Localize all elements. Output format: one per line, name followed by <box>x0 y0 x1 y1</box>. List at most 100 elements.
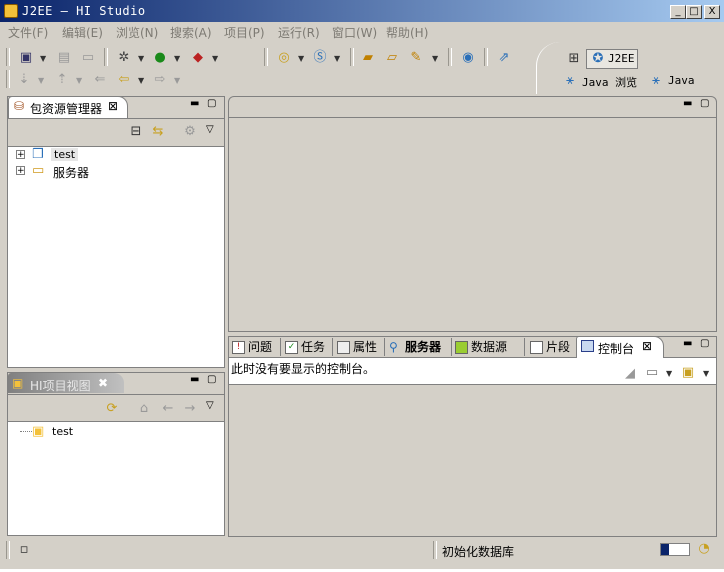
deploy-icon[interactable]: ⇗ <box>496 50 512 66</box>
chevron-down-icon[interactable]: ▼ <box>76 76 82 85</box>
expand-icon[interactable]: + <box>16 166 25 176</box>
chevron-down-icon[interactable]: ▼ <box>298 54 304 63</box>
open-folder-icon[interactable]: ▱ <box>384 50 400 66</box>
progress-icon[interactable]: ◔ <box>696 541 712 557</box>
filter-icon[interactable]: ⚙ <box>182 124 198 140</box>
pin-console-icon[interactable]: ◢ <box>622 366 638 382</box>
menu-run[interactable]: 运行(R) <box>278 24 320 41</box>
link-editor-icon[interactable]: ⇆ <box>150 124 166 140</box>
chevron-down-icon[interactable]: ▼ <box>40 54 46 63</box>
save-icon[interactable]: ▤ <box>56 50 72 66</box>
chevron-down-icon[interactable]: ▼ <box>212 54 218 63</box>
java-icon: ⚹ <box>652 73 660 88</box>
tree-line <box>20 431 32 432</box>
tree-item-test[interactable]: test <box>51 148 79 161</box>
maximize-view-icon[interactable]: ▢ <box>700 338 709 349</box>
new-server-icon[interactable]: ◎ <box>276 50 292 66</box>
editor-divider <box>229 117 716 118</box>
brush-icon[interactable]: ✎ <box>408 50 424 66</box>
run-icon[interactable]: ● <box>152 50 168 66</box>
refresh-icon[interactable]: ⟳ <box>104 401 120 417</box>
chevron-down-icon[interactable]: ▼ <box>666 369 672 378</box>
maximize-view-icon[interactable]: ▢ <box>207 98 216 109</box>
print-icon[interactable]: ▭ <box>80 50 96 66</box>
view-menu-icon[interactable]: ▽ <box>206 400 214 411</box>
header-divider <box>229 384 716 385</box>
toolbar-separator <box>6 48 10 66</box>
close-icon[interactable]: ✖ <box>98 376 108 390</box>
maximize-button[interactable]: □ <box>686 5 702 19</box>
open-type-icon[interactable]: ▰ <box>360 50 376 66</box>
back-icon[interactable]: ← <box>160 401 176 417</box>
tab-properties[interactable]: 属性 <box>337 337 377 357</box>
forward-icon[interactable]: ⇨ <box>152 72 168 88</box>
new-icon[interactable]: ▣ <box>18 50 34 66</box>
perspective-java-browse[interactable]: Java 浏览 <box>582 74 637 90</box>
chevron-down-icon[interactable]: ▼ <box>174 54 180 63</box>
menu-window[interactable]: 窗口(W) <box>332 24 377 41</box>
tab-datasource[interactable]: 数据源 <box>455 337 507 357</box>
chevron-down-icon[interactable]: ▼ <box>432 54 438 63</box>
close-icon[interactable]: ⊠ <box>108 99 118 113</box>
hi-project-view-title: HI项目视图 <box>30 379 91 393</box>
expand-icon[interactable]: + <box>16 150 25 160</box>
maximize-view-icon[interactable]: ▢ <box>700 98 709 109</box>
minimize-view-icon[interactable]: ▬ <box>190 98 199 109</box>
properties-icon <box>337 341 350 354</box>
prev-annotation-icon[interactable]: ⇡ <box>54 72 70 88</box>
status-bar <box>0 538 724 572</box>
package-explorer-icon: ⛁ <box>14 99 25 113</box>
hi-tree-item-test[interactable]: test <box>52 425 73 438</box>
next-annotation-icon[interactable]: ⇣ <box>16 72 32 88</box>
menu-search[interactable]: 搜索(A) <box>170 24 212 41</box>
last-edit-icon[interactable]: ⇐ <box>92 72 108 88</box>
chevron-down-icon[interactable]: ▼ <box>138 76 144 85</box>
globe-icon[interactable]: ◉ <box>460 50 476 66</box>
tab-snippets[interactable]: 片段 <box>530 337 570 357</box>
menu-navigate[interactable]: 浏览(N) <box>116 24 158 41</box>
close-icon[interactable]: ⊠ <box>642 339 652 353</box>
tab-tasks[interactable]: ✓ 任务 <box>285 337 325 357</box>
fast-view-icon[interactable]: ▫ <box>16 542 32 558</box>
minimize-view-icon[interactable]: ▬ <box>683 338 692 349</box>
menu-help[interactable]: 帮助(H) <box>386 24 428 41</box>
chevron-down-icon[interactable]: ▼ <box>138 54 144 63</box>
tab-servers-label: 服务器 <box>405 340 442 354</box>
toolbar-separator <box>104 48 108 66</box>
close-button[interactable]: X <box>704 5 720 19</box>
home-icon[interactable]: ⌂ <box>136 401 152 417</box>
collapse-all-icon[interactable]: ⊟ <box>128 124 144 140</box>
new-class-icon[interactable]: Ⓢ <box>312 50 328 66</box>
chevron-down-icon[interactable]: ▼ <box>334 54 340 63</box>
chevron-down-icon[interactable]: ▼ <box>703 369 709 378</box>
package-explorer-title: 包资源管理器 <box>30 102 103 116</box>
tasks-icon: ✓ <box>285 341 298 354</box>
debug-icon[interactable]: ✲ <box>116 50 132 66</box>
tree-item-servers[interactable]: 服务器 <box>53 164 89 181</box>
minimize-view-icon[interactable]: ▬ <box>190 374 199 385</box>
header-divider <box>8 394 224 395</box>
tab-snippets-label: 片段 <box>546 340 571 354</box>
open-perspective-icon[interactable]: ⊞ <box>566 51 582 67</box>
app-icon <box>4 4 18 18</box>
menu-edit[interactable]: 编辑(E) <box>62 24 103 41</box>
tab-problems[interactable]: ! 问题 <box>232 337 272 357</box>
external-tools-icon[interactable]: ◆ <box>190 50 206 66</box>
view-menu-icon[interactable]: ▽ <box>206 124 214 135</box>
display-console-icon[interactable]: ▭ <box>644 365 660 381</box>
open-console-icon[interactable]: ▣ <box>680 365 696 381</box>
perspective-java[interactable]: Java <box>668 74 695 87</box>
tab-servers[interactable]: ⚲ 服务器 <box>389 337 441 357</box>
back-icon[interactable]: ⇦ <box>116 72 132 88</box>
forward-icon[interactable]: → <box>182 401 198 417</box>
minimize-view-icon[interactable]: ▬ <box>683 98 692 109</box>
tab-console-label: 控制台 <box>598 342 635 356</box>
tab-divider <box>451 338 452 356</box>
toolbar-separator <box>6 70 10 88</box>
chevron-down-icon[interactable]: ▼ <box>174 76 180 85</box>
maximize-view-icon[interactable]: ▢ <box>207 374 216 385</box>
minimize-button[interactable]: _ <box>670 5 686 19</box>
menu-file[interactable]: 文件(F) <box>8 24 48 41</box>
menu-project[interactable]: 项目(P) <box>224 24 265 41</box>
chevron-down-icon[interactable]: ▼ <box>38 76 44 85</box>
